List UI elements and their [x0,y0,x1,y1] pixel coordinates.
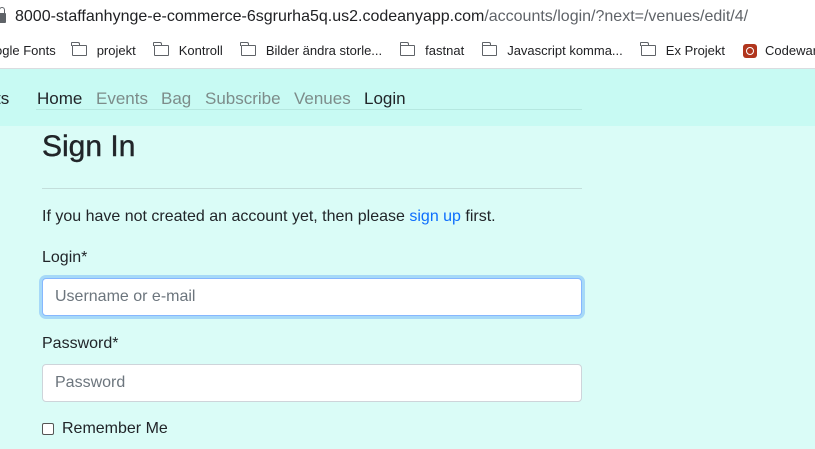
bookmark-ex-projekt[interactable]: Ex Projekt [640,42,726,58]
bookmark-codewars[interactable]: Codewars - [743,43,815,58]
folder-icon [240,42,256,56]
bookmark-label: ogle Fonts [0,43,56,58]
site-navbar: ts Home Events Bag Subscribe Venues Logi… [0,69,815,126]
bookmark-javascript[interactable]: Javascript komma... [481,42,623,58]
signup-link[interactable]: sign up [409,208,461,225]
signup-prompt: If you have not created an account yet, … [42,208,496,226]
title-divider [42,188,582,189]
url-host: 8000-staffanhynge-e-commerce-6sgrurha5q.… [15,7,485,25]
bookmark-label: Codewars - [765,43,815,58]
bookmark-label: projekt [96,43,136,58]
folder-icon [399,42,416,56]
bookmark-label: fastnat [425,43,465,58]
bookmark-label: Kontroll [178,43,223,58]
nav-bag[interactable]: Bag [161,89,191,109]
nav-login[interactable]: Login [364,89,406,109]
remember-me-checkbox[interactable] [42,423,54,435]
bookmark-fastnat[interactable]: fastnat [399,42,465,58]
url-path: /accounts/login/?next=/venues/edit/4/ [484,7,749,25]
bookmark-label: Ex Projekt [665,43,726,58]
signup-prompt-before: If you have not created an account yet, … [42,208,410,225]
folder-icon [481,42,498,56]
bookmarks-bar: ogle Fonts projekt Kontroll Bilder ändra… [0,33,815,69]
bookmark-label: Bilder ändra storle... [265,43,383,58]
bookmark-google-fonts[interactable]: ogle Fonts [0,43,56,58]
navbar-brand[interactable]: ts [0,89,9,109]
login-label: Login* [42,249,88,266]
nav-subscribe[interactable]: Subscribe [205,89,281,109]
folder-icon [640,42,656,56]
codewars-icon [743,43,758,58]
page-title: Sign In [42,130,136,163]
nav-home[interactable]: Home [37,89,82,109]
lock-icon[interactable] [0,7,6,23]
signup-prompt-after: first. [460,208,496,225]
bookmark-bilder[interactable]: Bilder ändra storle... [240,42,383,58]
folder-icon [71,42,87,56]
password-label: Password* [42,335,119,352]
folder-icon [153,42,169,56]
password-input[interactable] [42,364,582,402]
login-input[interactable] [42,278,582,316]
bookmark-projekt[interactable]: projekt [71,42,136,58]
address-bar[interactable]: 8000-staffanhynge-e-commerce-6sgrurha5q.… [0,0,815,33]
remember-me-label[interactable]: Remember Me [62,420,168,438]
nav-venues[interactable]: Venues [294,89,351,109]
bookmark-kontroll[interactable]: Kontroll [153,42,223,58]
nav-events[interactable]: Events [96,89,148,109]
bookmark-label: Javascript komma... [507,43,623,58]
navbar-divider [36,109,582,110]
